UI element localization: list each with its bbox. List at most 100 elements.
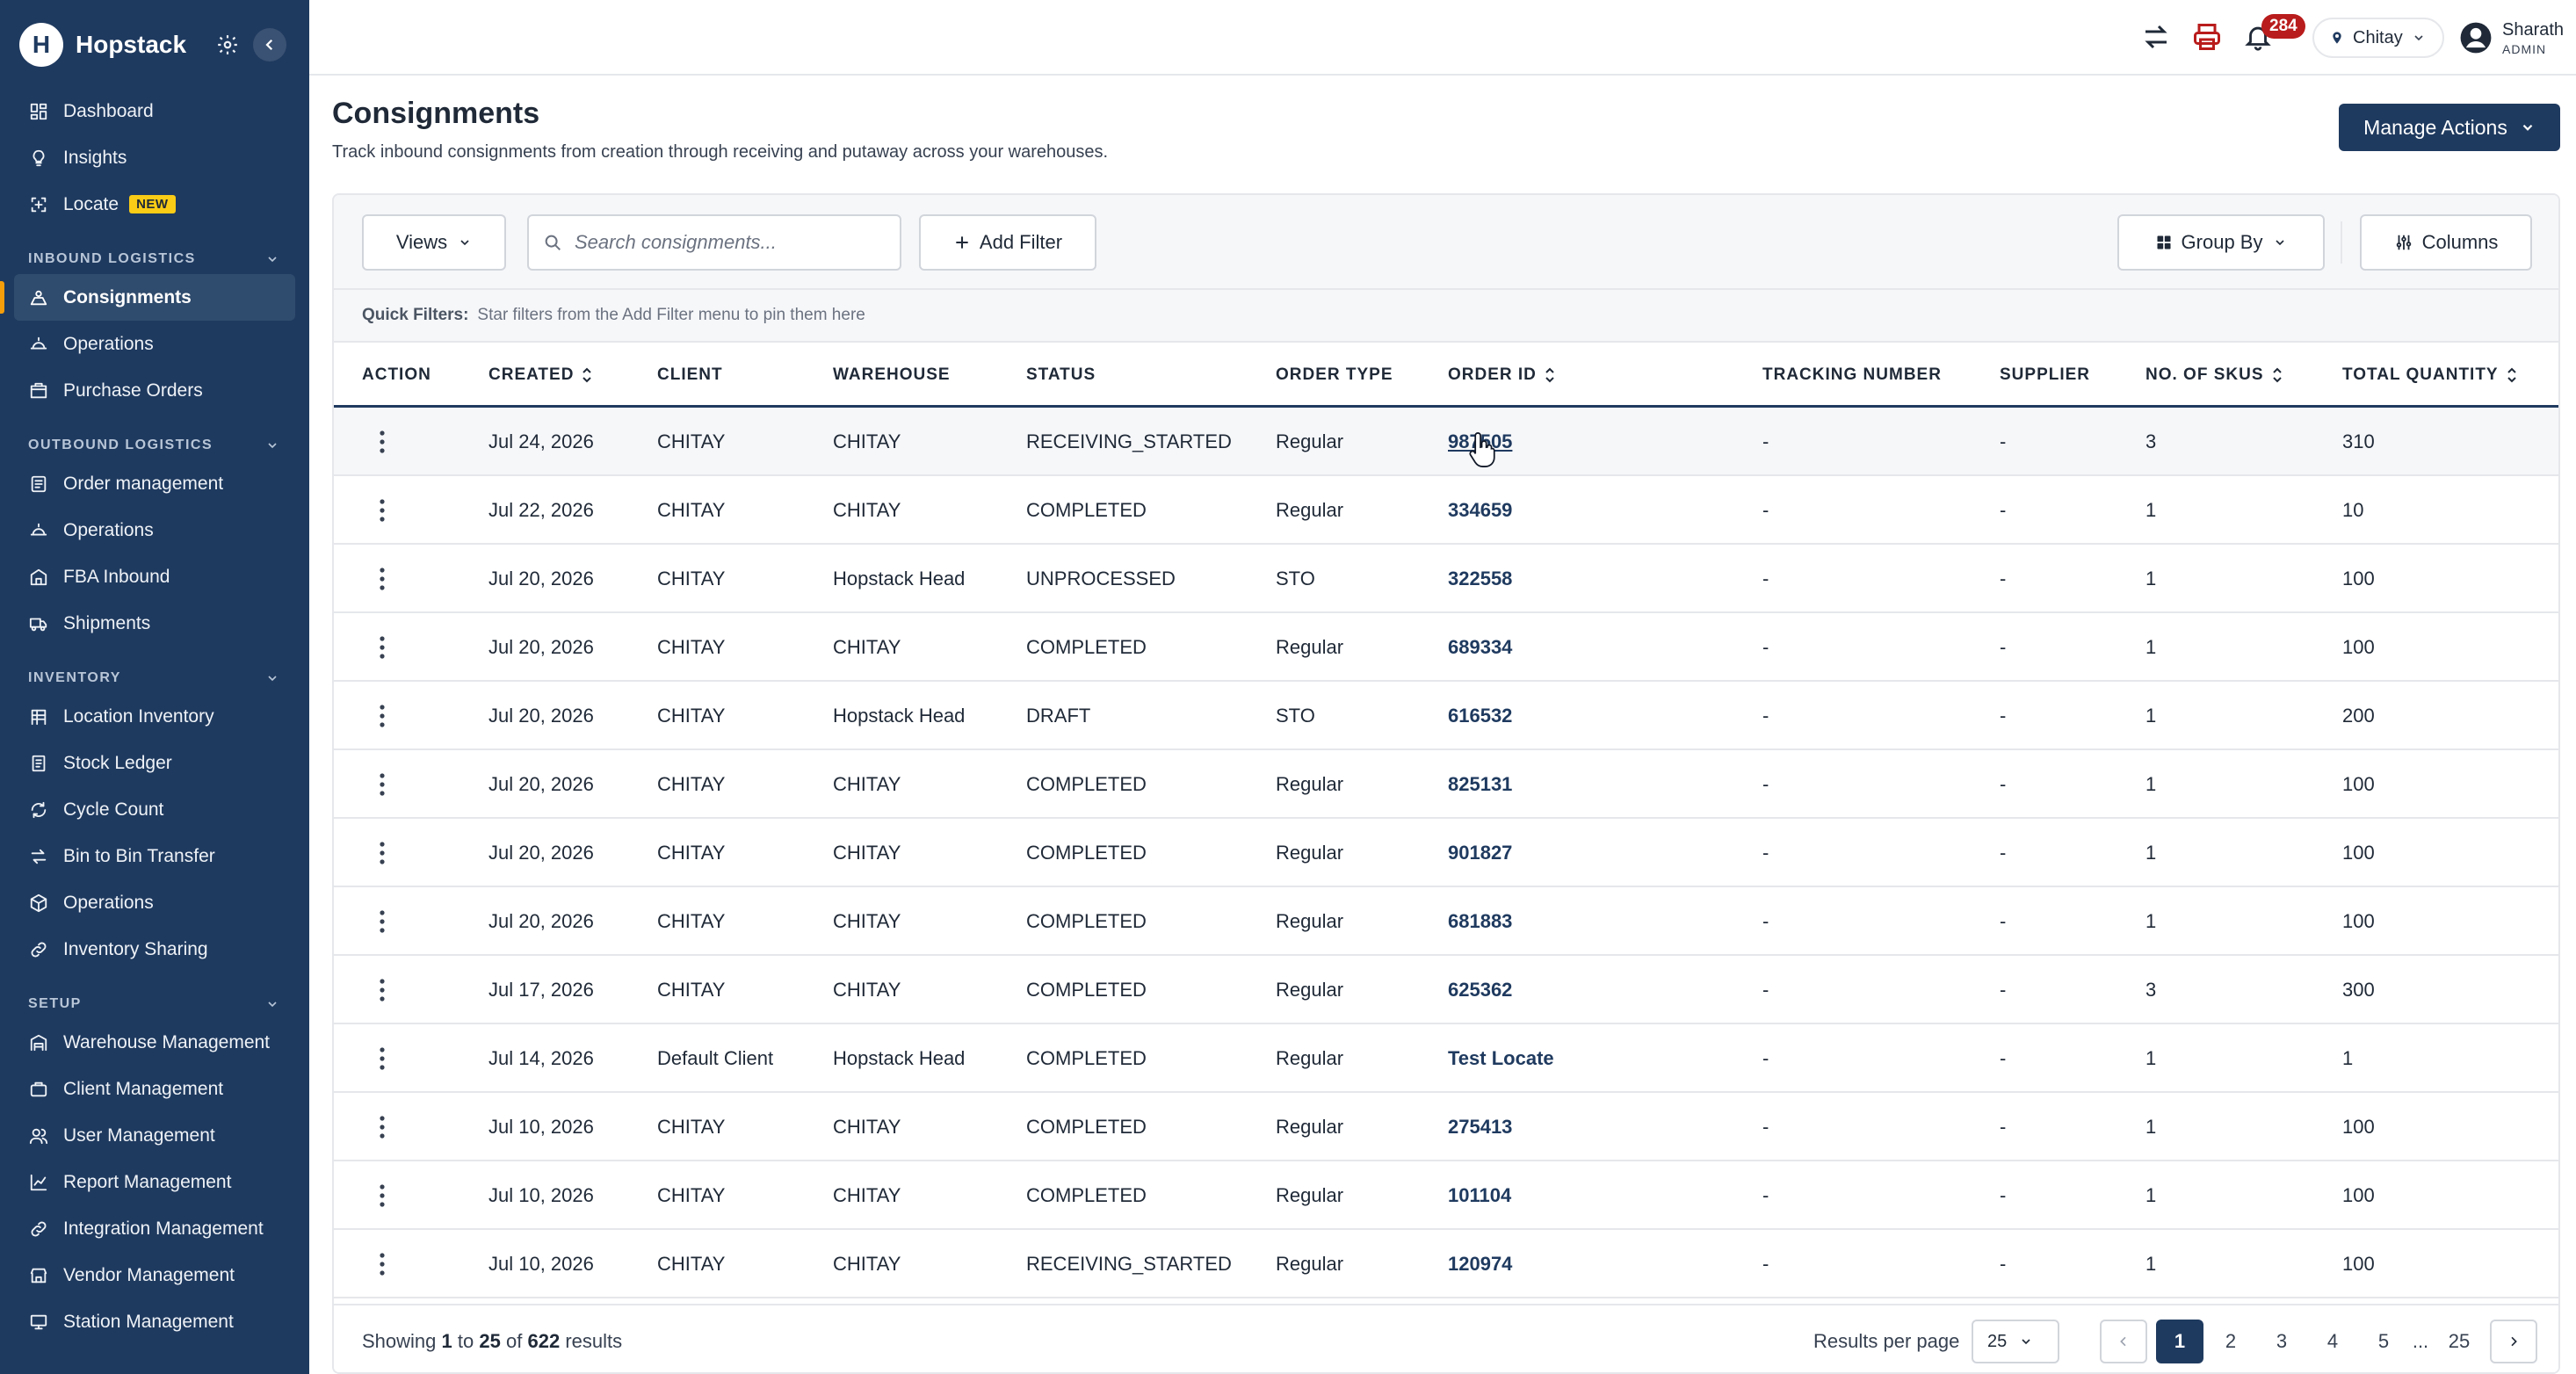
table-row[interactable]: Jul 20, 2026 CHITAY CHITAY COMPLETED Regular… <box>334 819 2558 887</box>
order-id-link[interactable]: 987505 <box>1448 430 1512 453</box>
row-actions-kebab-icon[interactable] <box>369 408 395 476</box>
row-actions-kebab-icon[interactable] <box>369 1230 395 1298</box>
row-actions-kebab-icon[interactable] <box>369 1093 395 1161</box>
manage-actions-button[interactable]: Manage Actions <box>2339 104 2560 151</box>
table-row[interactable]: Jul 20, 2026 CHITAY Hopstack Head DRAFT STO 6… <box>334 682 2558 750</box>
pagination-prev-button[interactable] <box>2100 1320 2147 1363</box>
pagination-next-button[interactable] <box>2490 1320 2537 1363</box>
sort-icon[interactable] <box>2506 366 2518 384</box>
sidebar-item-locate[interactable]: Locate NEW <box>0 181 309 228</box>
pagination-page-4[interactable]: 4 <box>2309 1320 2356 1363</box>
table-row[interactable]: Jul 10, 2026 CHITAY CHITAY COMPLETED Regular… <box>334 1093 2558 1161</box>
row-actions-kebab-icon[interactable] <box>369 819 395 887</box>
sidebar-section-inbound-logistics[interactable]: INBOUND LOGISTICS <box>0 228 309 274</box>
sidebar-item-consignments[interactable]: Consignments <box>0 274 295 321</box>
columns-button[interactable]: Columns <box>2360 214 2532 271</box>
views-button[interactable]: Views <box>362 214 506 271</box>
order-id-link[interactable]: 101104 <box>1448 1184 1511 1207</box>
sidebar-item-operations[interactable]: Operations <box>0 507 309 553</box>
order-id-link[interactable]: 334659 <box>1448 499 1512 522</box>
pagination-page-1[interactable]: 1 <box>2156 1320 2203 1363</box>
sidebar-item-operations[interactable]: Operations <box>0 879 309 926</box>
order-id-link[interactable]: 120974 <box>1448 1253 1512 1276</box>
sidebar-item-shipments[interactable]: Shipments <box>0 600 309 647</box>
row-actions-kebab-icon[interactable] <box>369 613 395 682</box>
order-id-link[interactable]: 825131 <box>1448 773 1512 796</box>
sort-icon[interactable] <box>2271 366 2283 384</box>
order-id-link[interactable]: 625362 <box>1448 979 1512 1002</box>
sidebar-item-user-management[interactable]: User Management <box>0 1112 309 1159</box>
sidebar-section-inventory[interactable]: INVENTORY <box>0 647 309 693</box>
cell-order-type: Regular <box>1276 1184 1344 1206</box>
row-actions-kebab-icon[interactable] <box>369 545 395 613</box>
results-per-page-select[interactable]: 25 <box>1972 1320 2059 1363</box>
sidebar-item-label: Client Management <box>63 1078 224 1099</box>
sidebar-item-location-inventory[interactable]: Location Inventory <box>0 693 309 740</box>
table-row[interactable]: Jul 14, 2026 Default Client Hopstack Head C… <box>334 1024 2558 1093</box>
sidebar-item-dashboard[interactable]: Dashboard <box>0 88 309 134</box>
column-header-no-of-skus[interactable]: NO. OF SKUS <box>2145 365 2283 385</box>
table-row[interactable]: Jul 24, 2026 CHITAY CHITAY RECEIVING_STARTE… <box>334 408 2558 476</box>
sidebar-item-purchase-orders[interactable]: Purchase Orders <box>0 367 309 414</box>
sidebar-section-outbound-logistics[interactable]: OUTBOUND LOGISTICS <box>0 414 309 460</box>
row-actions-kebab-icon[interactable] <box>369 1161 395 1230</box>
row-actions-kebab-icon[interactable] <box>369 1024 395 1093</box>
order-id-link[interactable]: 689334 <box>1448 636 1512 659</box>
table-row[interactable]: Jul 17, 2026 CHITAY CHITAY COMPLETED Regular… <box>334 956 2558 1024</box>
gear-icon[interactable] <box>214 32 241 58</box>
sidebar-item-stock-ledger[interactable]: Stock Ledger <box>0 740 309 786</box>
sidebar-section-setup[interactable]: SETUP <box>0 973 309 1019</box>
table-row[interactable]: Jul 20, 2026 CHITAY Hopstack Head UNPROCESS… <box>334 545 2558 613</box>
switch-arrows-icon[interactable] <box>2137 18 2175 56</box>
column-header-label: TOTAL QUANTITY <box>2342 365 2499 384</box>
order-id-link[interactable]: 322558 <box>1448 568 1512 590</box>
table-row[interactable]: Jul 20, 2026 CHITAY CHITAY COMPLETED Regular… <box>334 887 2558 956</box>
order-id-link[interactable]: Test Locate <box>1448 1047 1554 1070</box>
sidebar-item-client-management[interactable]: Client Management <box>0 1066 309 1112</box>
row-actions-kebab-icon[interactable] <box>369 682 395 750</box>
table-row[interactable]: Jul 22, 2026 CHITAY CHITAY COMPLETED Regular… <box>334 476 2558 545</box>
column-header-total-quantity[interactable]: TOTAL QUANTITY <box>2342 365 2518 385</box>
pagination-page-2[interactable]: 2 <box>2207 1320 2254 1363</box>
user-menu[interactable]: Sharath ADMIN <box>2458 14 2572 61</box>
sidebar-item-vendor-management[interactable]: Vendor Management <box>0 1252 309 1298</box>
pagination-page-5[interactable]: 5 <box>2360 1320 2407 1363</box>
sidebar-item-station-management[interactable]: Station Management <box>0 1298 309 1345</box>
sidebar-item-order-management[interactable]: Order management <box>0 460 309 507</box>
column-header-created[interactable]: CREATED <box>488 365 593 385</box>
order-id-link[interactable]: 681883 <box>1448 910 1512 933</box>
column-header-label: ACTION <box>362 365 431 384</box>
table-row[interactable]: Jul 10, 2026 CHITAY CHITAY COMPLETED Regular… <box>334 1161 2558 1230</box>
order-id-link[interactable]: 275413 <box>1448 1116 1512 1139</box>
sidebar-item-insights[interactable]: Insights <box>0 134 309 181</box>
sort-icon[interactable] <box>581 366 593 384</box>
table-row[interactable]: Jul 20, 2026 CHITAY CHITAY COMPLETED Regular… <box>334 613 2558 682</box>
row-actions-kebab-icon[interactable] <box>369 750 395 819</box>
row-actions-kebab-icon[interactable] <box>369 956 395 1024</box>
sidebar-item-report-management[interactable]: Report Management <box>0 1159 309 1205</box>
sidebar-item-bin-to-bin-transfer[interactable]: Bin to Bin Transfer <box>0 833 309 879</box>
pagination-page-25[interactable]: 25 <box>2435 1320 2483 1363</box>
sidebar-item-warehouse-management[interactable]: Warehouse Management <box>0 1019 309 1066</box>
printer-icon[interactable] <box>2188 18 2226 56</box>
row-actions-kebab-icon[interactable] <box>369 887 395 956</box>
row-actions-kebab-icon[interactable] <box>369 476 395 545</box>
warehouse-selector[interactable]: Chitay <box>2312 18 2444 58</box>
column-header-order-id[interactable]: ORDER ID <box>1448 365 1556 385</box>
order-id-link[interactable]: 616532 <box>1448 705 1512 727</box>
sidebar-item-integration-management[interactable]: Integration Management <box>0 1205 309 1252</box>
table-row[interactable]: Jul 10, 2026 CHITAY CHITAY RECEIVING_STARTE… <box>334 1230 2558 1298</box>
search-input[interactable] <box>575 231 891 254</box>
sidebar-item-fba-inbound[interactable]: FBA Inbound <box>0 553 309 600</box>
order-id-link[interactable]: 901827 <box>1448 842 1512 864</box>
table-row[interactable]: Jul 20, 2026 CHITAY CHITAY COMPLETED Regular… <box>334 750 2558 819</box>
sort-icon[interactable] <box>1544 366 1556 384</box>
sidebar-item-cycle-count[interactable]: Cycle Count <box>0 786 309 833</box>
pagination-page-3[interactable]: 3 <box>2258 1320 2305 1363</box>
add-filter-button[interactable]: Add Filter <box>919 214 1096 271</box>
hopstack-logo-icon[interactable]: H <box>19 23 63 67</box>
group-by-button[interactable]: Group By <box>2117 214 2325 271</box>
sidebar-collapse-button[interactable] <box>253 28 286 61</box>
sidebar-item-operations[interactable]: Operations <box>0 321 309 367</box>
sidebar-item-inventory-sharing[interactable]: Inventory Sharing <box>0 926 309 973</box>
